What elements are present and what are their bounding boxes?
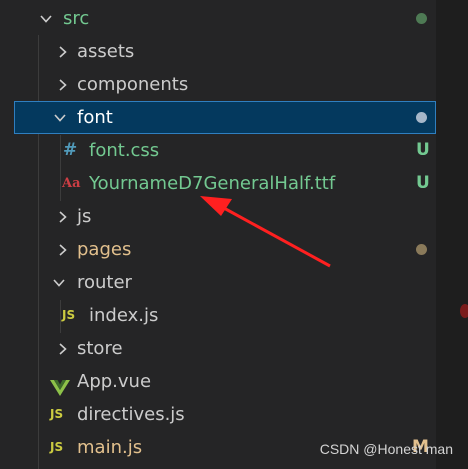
css-file-icon: # xyxy=(63,140,78,160)
tree-item-label: src xyxy=(63,8,90,29)
tree-item-font-css[interactable]: # font.css U xyxy=(0,134,436,167)
tree-item-label: YournameD7GeneralHalf.ttf xyxy=(89,173,336,194)
tree-item-src[interactable]: src xyxy=(0,2,436,35)
chevron-right-icon xyxy=(56,210,70,224)
git-status-untracked: U xyxy=(416,173,430,193)
tree-item-label: router xyxy=(77,272,132,293)
watermark: CSDN @Honest man xyxy=(319,441,453,457)
status-dot xyxy=(416,13,427,24)
chevron-right-icon xyxy=(56,78,70,92)
tree-item-font-file[interactable]: Aa YournameD7GeneralHalf.ttf U xyxy=(0,167,436,200)
tree-item-label: assets xyxy=(77,41,135,62)
tree-item-label: js xyxy=(77,206,92,227)
tree-item-directives-js[interactable]: JS directives.js xyxy=(0,398,436,431)
tree-item-label: App.vue xyxy=(77,371,152,392)
git-status-untracked: U xyxy=(416,140,430,160)
tree-item-pages[interactable]: pages xyxy=(0,233,436,266)
tree-item-store[interactable]: store xyxy=(0,332,436,365)
tree-item-components[interactable]: components xyxy=(0,68,436,101)
tree-item-label: font.css xyxy=(89,140,160,161)
editor-edge xyxy=(436,0,468,469)
tree-item-label: index.js xyxy=(89,305,159,326)
chevron-right-icon xyxy=(56,243,70,257)
chevron-right-icon xyxy=(56,342,70,356)
tree-item-font[interactable]: font xyxy=(14,101,436,134)
tree-item-label: font xyxy=(77,107,113,128)
editor-marker-dot xyxy=(460,304,468,318)
file-explorer-tree: src assets components font # font.css U … xyxy=(0,0,436,469)
status-dot xyxy=(416,244,427,255)
tree-item-js[interactable]: js xyxy=(0,200,436,233)
chevron-down-icon xyxy=(39,12,53,26)
chevron-down-icon xyxy=(52,276,66,290)
tree-item-label: directives.js xyxy=(77,404,185,425)
chevron-right-icon xyxy=(56,45,70,59)
tree-item-index-js[interactable]: JS index.js xyxy=(0,299,436,332)
tree-item-router[interactable]: router xyxy=(0,266,436,299)
tree-item-label: components xyxy=(77,74,189,95)
font-file-icon: Aa xyxy=(62,176,81,191)
tree-item-label: main.js xyxy=(77,437,143,458)
tree-item-app-vue[interactable]: App.vue xyxy=(0,365,436,398)
tree-item-label: store xyxy=(77,338,123,359)
js-file-icon: JS xyxy=(50,407,64,421)
tree-item-label: pages xyxy=(77,239,132,260)
status-dot xyxy=(416,112,427,123)
js-file-icon: JS xyxy=(50,440,64,454)
chevron-down-icon xyxy=(53,111,67,125)
js-file-icon: JS xyxy=(62,308,76,322)
tree-item-assets[interactable]: assets xyxy=(0,35,436,68)
